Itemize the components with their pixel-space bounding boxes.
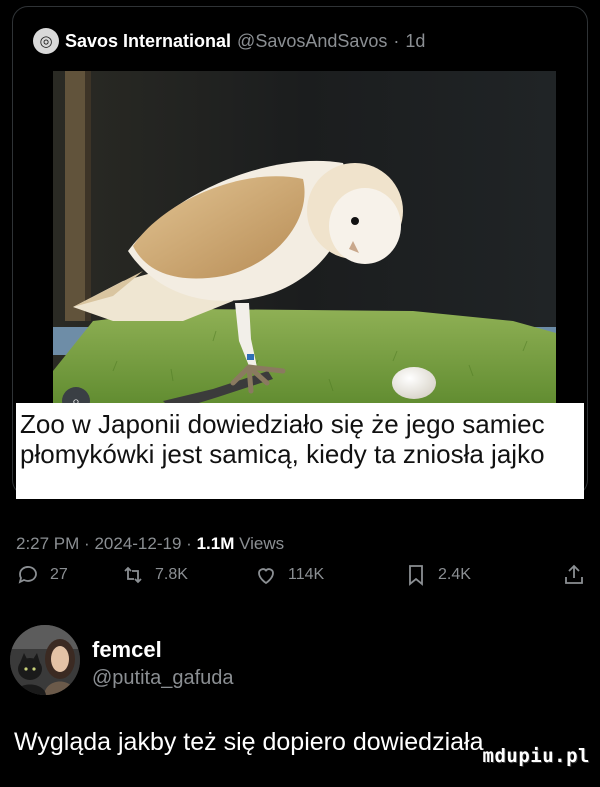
globe-icon[interactable]: ◎ bbox=[33, 28, 59, 54]
owl-photo bbox=[53, 71, 556, 411]
avatar[interactable] bbox=[10, 625, 80, 695]
reply-button[interactable]: 27 bbox=[16, 560, 68, 590]
reply-icon bbox=[18, 566, 37, 584]
views-label: Views bbox=[239, 534, 285, 553]
repost-count: 7.8K bbox=[155, 566, 188, 583]
quoted-author-handle[interactable]: @SavosAndSavos bbox=[237, 31, 387, 52]
repost-button[interactable]: 7.8K bbox=[121, 560, 188, 590]
quoted-author-name[interactable]: Savos International bbox=[65, 31, 231, 52]
bookmark-count: 2.4K bbox=[438, 566, 471, 583]
meta-separator: · bbox=[84, 534, 90, 553]
quoted-post-image[interactable]: ⌕ bbox=[53, 71, 556, 411]
site-watermark: mdupiu.pl bbox=[482, 745, 590, 767]
post-time[interactable]: 2:27 PM bbox=[16, 534, 79, 553]
reply-author-handle[interactable]: @putita_gafuda bbox=[92, 667, 234, 690]
like-icon bbox=[258, 568, 274, 585]
reply-author-name[interactable]: femcel bbox=[92, 637, 162, 663]
like-button[interactable]: 114K bbox=[254, 560, 324, 590]
views-count[interactable]: 1.1M bbox=[197, 534, 235, 553]
meta-separator: · bbox=[186, 534, 192, 553]
quoted-post-age[interactable]: 1d bbox=[405, 31, 425, 52]
bookmark-button[interactable]: 2.4K bbox=[404, 560, 471, 590]
reply-count: 27 bbox=[50, 566, 68, 583]
post-date[interactable]: 2024-12-19 bbox=[94, 534, 181, 553]
avatar-photo bbox=[10, 625, 80, 695]
share-icon bbox=[565, 564, 583, 584]
reply-post[interactable]: femcel @putita_gafuda bbox=[10, 625, 590, 695]
quoted-post-header: ◎ Savos International @SavosAndSavos · 1… bbox=[33, 28, 425, 54]
caption-overlay: Zoo w Japonii dowiedziało się że jego sa… bbox=[16, 403, 584, 499]
reply-text: Wygląda jakby też się dopiero dowiedział… bbox=[14, 728, 484, 756]
post-meta: 2:27 PM · 2024-12-19 · 1.1M Views bbox=[16, 534, 284, 554]
caption-text: Zoo w Japonii dowiedziało się że jego sa… bbox=[20, 409, 545, 469]
action-bar: 27 7.8K 114K 2.4K bbox=[16, 560, 588, 590]
repost-icon bbox=[124, 566, 142, 584]
bookmark-icon bbox=[409, 565, 423, 586]
share-button[interactable] bbox=[562, 560, 586, 590]
like-count: 114K bbox=[288, 566, 325, 583]
header-separator: · bbox=[393, 30, 400, 51]
